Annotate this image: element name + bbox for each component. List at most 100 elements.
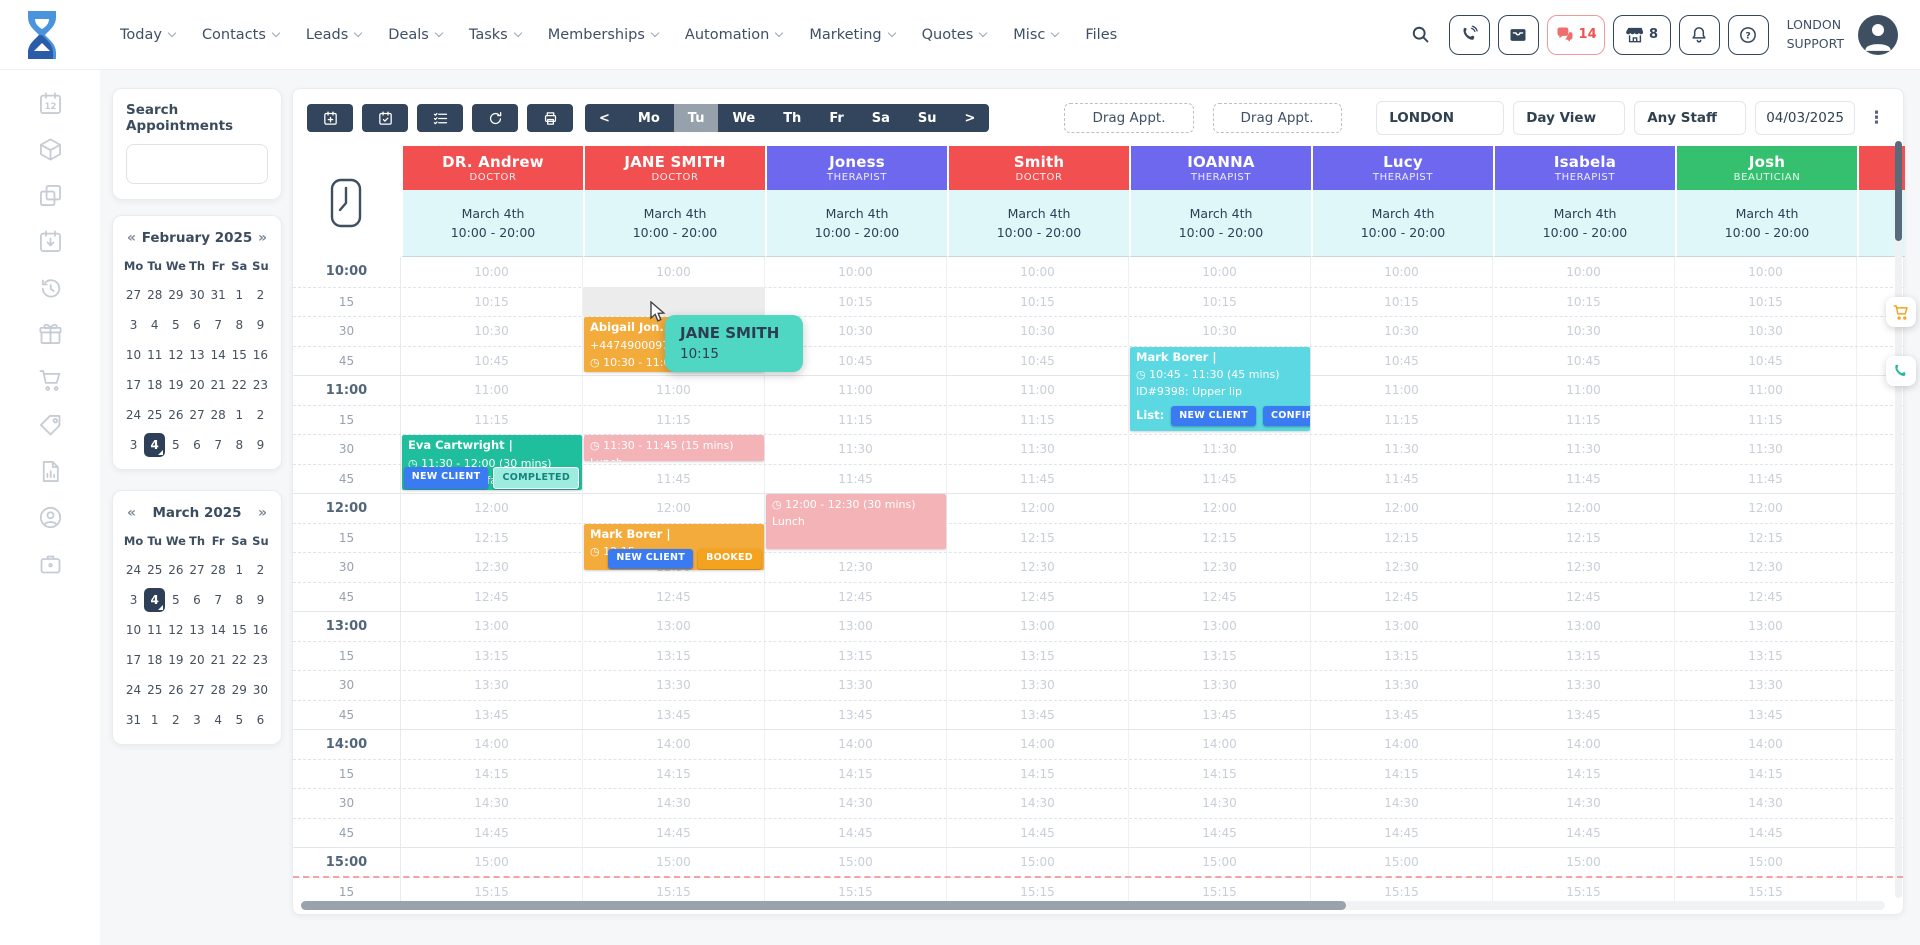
schedule-cell[interactable]: 13:45 bbox=[765, 701, 947, 730]
calendar-day[interactable]: 13 bbox=[186, 618, 207, 642]
schedule-cell[interactable]: 14:30 bbox=[1311, 789, 1493, 818]
quick-call-button[interactable] bbox=[1886, 356, 1916, 386]
schedule-cell[interactable]: 13:15 bbox=[401, 642, 583, 671]
calendar-day[interactable]: 29 bbox=[229, 678, 250, 702]
calendar-day[interactable]: 12 bbox=[165, 618, 186, 642]
schedule-cell[interactable]: 13:30 bbox=[1129, 671, 1311, 700]
calendar-day[interactable]: 11 bbox=[144, 343, 165, 367]
schedule-cell[interactable]: 13:15 bbox=[947, 642, 1129, 671]
day-tab-sa[interactable]: Sa bbox=[858, 104, 904, 132]
schedule-cell[interactable]: 14:45 bbox=[1493, 819, 1675, 848]
schedule-cell[interactable]: 14:00 bbox=[1675, 730, 1857, 759]
schedule-cell[interactable]: 14:45 bbox=[1675, 819, 1857, 848]
schedule-cell[interactable]: 15:00 bbox=[947, 848, 1129, 877]
nav-item-files[interactable]: Files bbox=[1085, 27, 1117, 43]
nav-item-deals[interactable]: Deals bbox=[388, 27, 442, 43]
schedule-cell[interactable]: 12:00 bbox=[1493, 494, 1675, 523]
schedule-cell[interactable]: 11:45 bbox=[583, 465, 765, 494]
schedule-cell[interactable]: 10:00 bbox=[765, 257, 947, 287]
schedule-cell[interactable]: 14:45 bbox=[583, 819, 765, 848]
schedule-cell[interactable]: 12:45 bbox=[1675, 583, 1857, 612]
schedule-cell[interactable]: 10:15 bbox=[401, 288, 583, 317]
day-tab->[interactable]: > bbox=[951, 104, 990, 132]
schedule-cell[interactable]: 15:15 bbox=[1675, 878, 1857, 904]
schedule-cell[interactable]: 15:00 bbox=[765, 848, 947, 877]
schedule-cell[interactable]: 11:30 bbox=[1493, 435, 1675, 464]
schedule-cell[interactable]: 13:30 bbox=[1493, 671, 1675, 700]
nav-item-today[interactable]: Today bbox=[120, 27, 175, 43]
schedule-cell[interactable]: 15:00 bbox=[1129, 848, 1311, 877]
calendar-day[interactable]: 7 bbox=[208, 313, 229, 337]
add-appointment-button[interactable] bbox=[307, 104, 353, 132]
calendar-day[interactable]: 2 bbox=[250, 283, 271, 307]
schedule-cell[interactable]: 10:45 bbox=[1311, 347, 1493, 376]
day-tab-mo[interactable]: Mo bbox=[624, 104, 674, 132]
calendar-day[interactable]: 25 bbox=[144, 678, 165, 702]
sidebar-report-icon[interactable] bbox=[37, 458, 64, 485]
schedule-cell[interactable]: 14:30 bbox=[583, 789, 765, 818]
schedule-cell[interactable]: 13:30 bbox=[1311, 671, 1493, 700]
calendar-day[interactable]: 19 bbox=[165, 373, 186, 397]
schedule-cell[interactable]: 15:00 bbox=[401, 848, 583, 877]
schedule-cell[interactable]: 11:45 bbox=[1493, 465, 1675, 494]
schedule-cell[interactable]: 12:00 bbox=[1129, 494, 1311, 523]
help-button[interactable]: ? bbox=[1728, 15, 1769, 55]
nav-item-contacts[interactable]: Contacts bbox=[202, 27, 279, 43]
calendar-day[interactable]: 28 bbox=[208, 558, 229, 582]
schedule-cell[interactable]: 13:45 bbox=[401, 701, 583, 730]
schedule-cell[interactable]: 12:15 bbox=[1129, 524, 1311, 553]
schedule-cell[interactable]: 13:45 bbox=[1311, 701, 1493, 730]
schedule-cell[interactable]: 14:00 bbox=[947, 730, 1129, 759]
schedule-cell[interactable]: 12:30 bbox=[1311, 553, 1493, 582]
schedule-cell[interactable]: 12:00 bbox=[947, 494, 1129, 523]
appointment-block[interactable]: Mark Borer |12:15 -NEW CLIENTBOOKED bbox=[584, 524, 764, 570]
calendar-day[interactable]: 1 bbox=[229, 403, 250, 427]
sidebar-history-icon[interactable] bbox=[37, 274, 64, 301]
sidebar-price-tag-icon[interactable] bbox=[37, 412, 64, 439]
calendar-day[interactable]: 17 bbox=[123, 373, 144, 397]
schedule-cell[interactable]: 13:15 bbox=[1675, 642, 1857, 671]
schedule-cell[interactable]: 10:30 bbox=[401, 317, 583, 346]
schedule-cell[interactable]: 11:15 bbox=[1311, 406, 1493, 435]
more-options-button[interactable]: ⋮ bbox=[1864, 108, 1889, 128]
calendar-check-button[interactable] bbox=[362, 104, 408, 132]
schedule-cell[interactable]: 13:00 bbox=[1311, 612, 1493, 641]
schedule-cell[interactable]: 10:00 bbox=[947, 257, 1129, 287]
schedule-cell[interactable]: 14:15 bbox=[947, 760, 1129, 789]
schedule-cell[interactable]: 14:30 bbox=[401, 789, 583, 818]
calendar-prev-button[interactable]: « bbox=[127, 505, 136, 521]
schedule-cell[interactable]: 13:45 bbox=[947, 701, 1129, 730]
calendar-day[interactable]: 22 bbox=[229, 648, 250, 672]
calendar-day[interactable]: 19 bbox=[165, 648, 186, 672]
nav-item-leads[interactable]: Leads bbox=[306, 27, 361, 43]
schedule-cell[interactable]: 12:45 bbox=[1311, 583, 1493, 612]
nav-item-quotes[interactable]: Quotes bbox=[922, 27, 987, 43]
schedule-cell[interactable]: 12:30 bbox=[1493, 553, 1675, 582]
calendar-day[interactable]: 18 bbox=[144, 373, 165, 397]
calendar-day[interactable]: 18 bbox=[144, 648, 165, 672]
schedule-cell[interactable]: 11:45 bbox=[1675, 465, 1857, 494]
schedule-cell[interactable]: 10:00 bbox=[401, 257, 583, 287]
staff-header[interactable]: IsabelaTHERAPIST bbox=[1493, 146, 1675, 190]
calendar-day[interactable]: 21 bbox=[208, 648, 229, 672]
sidebar-briefcase-icon[interactable] bbox=[37, 550, 64, 577]
day-tab-fr[interactable]: Fr bbox=[815, 104, 857, 132]
schedule-cell[interactable]: 10:15 bbox=[1311, 288, 1493, 317]
schedule-cell[interactable]: 13:00 bbox=[1675, 612, 1857, 641]
schedule-cell[interactable]: 13:00 bbox=[947, 612, 1129, 641]
schedule-cell[interactable]: 11:45 bbox=[947, 465, 1129, 494]
schedule-cell[interactable]: 12:45 bbox=[947, 583, 1129, 612]
schedule-cell[interactable]: 12:45 bbox=[401, 583, 583, 612]
schedule-cell[interactable]: 12:00 bbox=[401, 494, 583, 523]
schedule-cell[interactable]: 10:45 bbox=[401, 347, 583, 376]
calendar-day[interactable]: 24 bbox=[123, 558, 144, 582]
calendar-day[interactable]: 16 bbox=[250, 343, 271, 367]
schedule-cell[interactable]: 10:45 bbox=[1493, 347, 1675, 376]
sidebar-calendar-12-icon[interactable]: 12 bbox=[37, 90, 64, 117]
day-tab-th[interactable]: Th bbox=[769, 104, 815, 132]
drag-appointment-button-2[interactable]: Drag Appt. bbox=[1213, 103, 1342, 133]
schedule-cell[interactable]: 14:45 bbox=[765, 819, 947, 848]
schedule-cell[interactable]: 11:45 bbox=[1129, 465, 1311, 494]
schedule-cell[interactable]: 11:00 bbox=[1675, 376, 1857, 405]
schedule-cell[interactable]: 13:00 bbox=[401, 612, 583, 641]
